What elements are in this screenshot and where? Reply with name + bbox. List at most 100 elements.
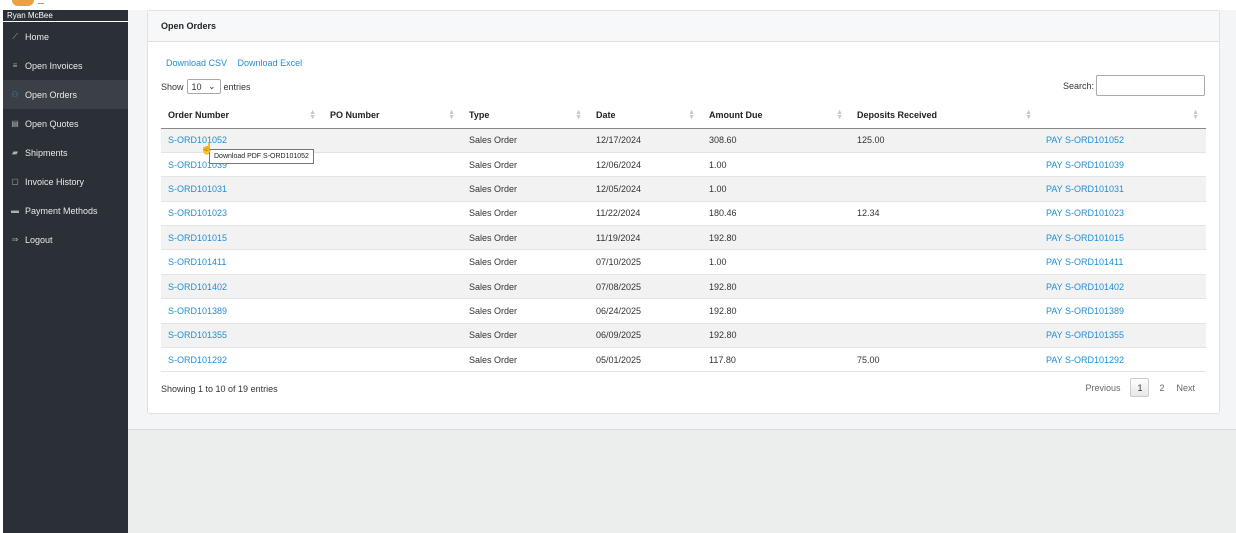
po-number-cell [323,323,462,349]
truck-icon: ▰ [11,148,19,157]
previous-button[interactable]: Previous [1079,383,1126,393]
col-po-number[interactable]: PO Number ▲ ▼ [323,102,462,129]
download-tooltip: Download PDF S-ORD101052 [209,149,314,164]
sidebar-item-logout[interactable]: ⇒ Logout [3,225,128,254]
sign-out-icon: ⇒ [11,235,19,244]
order-number-link[interactable]: S-ORD101411 [161,249,323,275]
open-orders-card: Open Orders Download CSV Download Excel … [147,10,1220,414]
sidebar-item-open-invoices[interactable]: ≡ Open Invoices [3,51,128,80]
amount-due-cell: 1.00 [702,176,850,202]
list-icon: ≡ [12,61,18,70]
po-number-cell [323,225,462,251]
deposits-cell [850,274,1039,300]
table-row: S-ORD101023 Sales Order 11/22/2024 180.46 12… [161,201,1206,227]
sidebar-item-invoice-history[interactable]: ▢ Invoice History [3,167,128,196]
table-row: S-ORD101402 Sales Order 07/08/2025 192.80 PA… [161,274,1206,300]
order-number-link[interactable]: S-ORD101031 [161,176,323,202]
date-cell: 06/09/2025 [589,323,702,349]
pay-link[interactable]: PAY S-ORD101039 [1039,152,1206,178]
amount-due-cell: 180.46 [702,201,850,227]
deposits-cell [850,176,1039,202]
main-bottom-area [128,429,1236,533]
sidebar-item-payment-methods[interactable]: ▬ Payment Methods [3,196,128,225]
type-cell: Sales Order [462,347,589,373]
order-number-link[interactable]: S-ORD101355 [161,323,323,349]
order-number-link[interactable]: S-ORD101292 [161,347,323,373]
sidebar-item-open-quotes[interactable]: ▤ Open Quotes [3,109,128,138]
date-cell: 12/05/2024 [589,176,702,202]
download-csv-link[interactable]: Download CSV [166,58,227,68]
table-row: S-ORD101411 Sales Order 07/10/2025 1.00 PAY … [161,249,1206,275]
sort-icon: ▲ ▼ [448,109,455,121]
pay-link[interactable]: PAY S-ORD101292 [1039,347,1206,373]
col-deposits-received[interactable]: Deposits Received ▲ ▼ [850,102,1039,129]
deposits-cell: 75.00 [850,347,1039,373]
col-type[interactable]: Type ▲ ▼ [462,102,589,129]
logo [12,0,34,6]
entries-length: Show 10 ⌄ entries [161,79,251,94]
po-number-cell [323,152,462,178]
po-number-cell [323,128,462,153]
amount-due-cell: 192.80 [702,274,850,300]
sort-icon: ▲ ▼ [575,109,582,121]
po-number-cell [323,274,462,300]
main-area: Open Orders Download CSV Download Excel … [128,10,1236,533]
document-icon: ▤ [11,119,19,128]
date-cell: 07/08/2025 [589,274,702,300]
deposits-cell [850,249,1039,275]
col-amount-due[interactable]: Amount Due ▲ ▼ [702,102,850,129]
page-2-button[interactable]: 2 [1153,383,1170,393]
type-cell: Sales Order [462,128,589,153]
sidebar-item-label: Home [25,31,50,42]
deposits-cell [850,152,1039,178]
page-1-button[interactable]: 1 [1130,378,1150,397]
amount-due-cell: 1.00 [702,152,850,178]
pay-link[interactable]: PAY S-ORD101031 [1039,176,1206,202]
col-pay[interactable]: ▲ ▼ [1039,102,1206,129]
search-label: Search: [1062,80,1094,91]
entries-select[interactable]: 10 ⌄ [186,79,221,94]
sort-icon: ▲ ▼ [836,109,843,121]
sidebar-item-shipments[interactable]: ▰ Shipments [3,138,128,167]
pay-link[interactable]: PAY S-ORD101389 [1039,298,1206,324]
table-row: S-ORD101052 Sales Order 12/17/2024 308.60 12… [161,128,1206,153]
next-button[interactable]: Next [1170,383,1201,393]
amount-due-cell: 1.00 [702,249,850,275]
po-number-cell [323,298,462,324]
entries-label: entries [223,81,251,92]
download-excel-link[interactable]: Download Excel [238,58,303,68]
chart-line-icon: ⟋ [12,31,18,41]
order-number-link[interactable]: S-ORD101023 [161,201,323,227]
type-cell: Sales Order [462,152,589,178]
pay-link[interactable]: PAY S-ORD101015 [1039,225,1206,251]
pay-link[interactable]: PAY S-ORD101402 [1039,274,1206,300]
date-cell: 11/22/2024 [589,201,702,227]
sidebar-item-label: Payment Methods [25,205,98,216]
po-number-cell [323,201,462,227]
sidebar-item-label: Open Invoices [25,60,83,71]
amount-due-cell: 192.80 [702,323,850,349]
calendar-icon: ▢ [11,177,19,186]
date-cell: 11/19/2024 [589,225,702,251]
table-row: S-ORD101389 Sales Order 06/24/2025 192.80 PA… [161,298,1206,324]
search-input[interactable] [1096,75,1205,96]
deposits-cell [850,323,1039,349]
date-cell: 12/17/2024 [589,128,702,153]
order-number-link[interactable]: S-ORD101389 [161,298,323,324]
table-info: Showing 1 to 10 of 19 entries [161,384,278,394]
pay-link[interactable]: PAY S-ORD101052 [1039,128,1206,153]
pay-link[interactable]: PAY S-ORD101411 [1039,249,1206,275]
sidebar-item-label: Shipments [25,147,68,158]
table-row: S-ORD101355 Sales Order 06/09/2025 192.80 PA… [161,323,1206,349]
pay-link[interactable]: PAY S-ORD101355 [1039,323,1206,349]
pay-link[interactable]: PAY S-ORD101023 [1039,201,1206,227]
table-row: S-ORD101031 Sales Order 12/05/2024 1.00 PAY … [161,176,1206,202]
sidebar-item-open-orders[interactable]: ⚇ Open Orders [3,80,128,109]
col-date[interactable]: Date ▲ ▼ [589,102,702,129]
col-order-number[interactable]: Order Number ▲ ▼ [161,102,323,129]
sidebar-item-home[interactable]: ⟋ Home [3,22,128,51]
order-number-link[interactable]: S-ORD101402 [161,274,323,300]
sidebar-nav: ⟋ Home ≡ Open Invoices ⚇ Open Orders ▤ Open Quo… [3,22,128,254]
po-number-cell [323,347,462,373]
order-number-link[interactable]: S-ORD101015 [161,225,323,251]
